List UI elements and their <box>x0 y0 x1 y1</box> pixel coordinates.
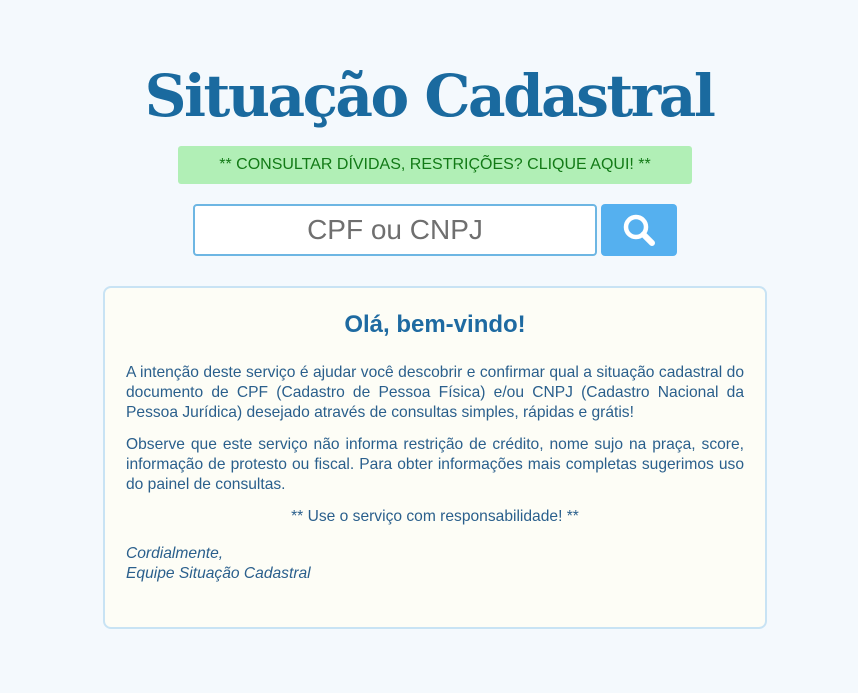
signoff-team: Equipe Situação Cadastral <box>126 565 311 582</box>
search-button[interactable] <box>601 204 677 256</box>
search-icon <box>622 213 656 247</box>
signoff: Cordialmente, Equipe Situação Cadastral <box>126 544 744 584</box>
welcome-card: Olá, bem-vindo! A intenção deste serviço… <box>103 286 767 629</box>
signoff-greeting: Cordialmente, <box>126 545 224 562</box>
disclaimer-paragraph: Observe que este serviço não informa res… <box>126 436 744 493</box>
responsibility-note: ** Use o serviço com responsabilidade! *… <box>291 508 579 525</box>
intro-paragraph: A intenção deste serviço é ajudar você d… <box>126 364 744 421</box>
promo-banner-link[interactable]: ** CONSULTAR DÍVIDAS, RESTRIÇÕES? CLIQUE… <box>178 146 692 184</box>
site-title: Situação Cadastral <box>144 62 716 130</box>
cpf-cnpj-search-input[interactable] <box>193 204 597 256</box>
welcome-heading: Olá, bem-vindo! <box>344 311 526 338</box>
